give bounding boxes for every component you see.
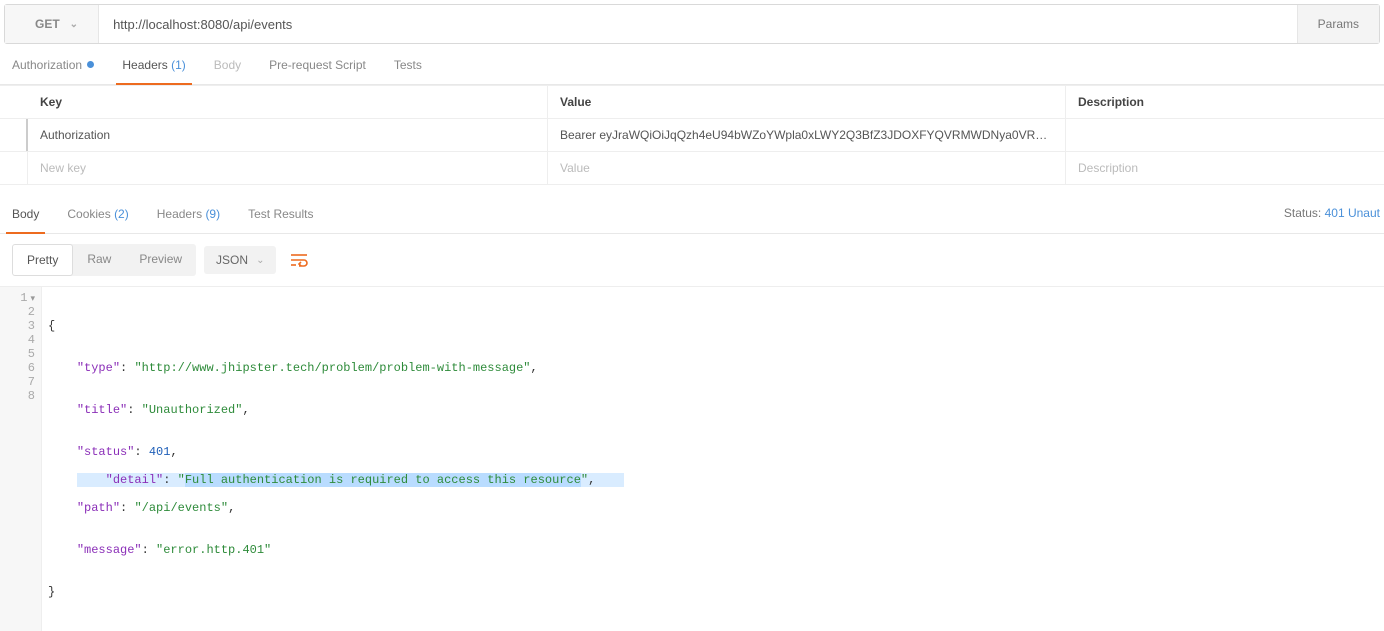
chevron-down-icon: ⌄ (256, 255, 264, 266)
view-mode-segment: Pretty Raw Preview (12, 244, 196, 276)
tab-headers-count: (1) (171, 58, 186, 72)
http-method-label: GET (35, 17, 60, 31)
tab-prerequest[interactable]: Pre-request Script (269, 58, 366, 84)
header-desc-cell[interactable] (1066, 119, 1384, 151)
new-key-cell[interactable]: New key (28, 152, 548, 184)
status-value: 401 Unaut (1325, 206, 1380, 220)
body-view-bar: Pretty Raw Preview JSON ⌄ (0, 234, 1384, 287)
tab-tests-label: Tests (394, 58, 422, 72)
table-header-row: Key Value Description (0, 85, 1384, 118)
json-string: "http://www.jhipster.tech/problem/proble… (134, 361, 530, 375)
json-number: 401 (149, 445, 171, 459)
resp-tab-tests[interactable]: Test Results (248, 207, 313, 233)
col-key: Key (28, 86, 548, 118)
chevron-down-icon: ⌄ (70, 19, 78, 30)
view-pretty[interactable]: Pretty (12, 244, 73, 276)
tab-authorization[interactable]: Authorization (12, 58, 94, 84)
json-string: "error.http.401" (156, 543, 271, 557)
view-preview[interactable]: Preview (125, 244, 196, 276)
table-row[interactable]: Authorization Bearer eyJraWQiOiJqQzh4eU9… (0, 118, 1384, 151)
table-new-row[interactable]: New key Value Description (0, 151, 1384, 184)
tab-tests[interactable]: Tests (394, 58, 422, 84)
response-body[interactable]: 1▾ 2345678 { "type": "http://www.jhipste… (0, 287, 1384, 631)
resp-tab-body[interactable]: Body (12, 207, 39, 233)
response-bar: Body Cookies (2) Headers (9) Test Result… (0, 193, 1384, 234)
wrap-icon (290, 253, 308, 267)
new-value-cell[interactable]: Value (548, 152, 1066, 184)
json-string-selected: Full authentication is required to acces… (185, 473, 581, 487)
resp-tab-headers-label: Headers (157, 207, 202, 221)
params-button[interactable]: Params (1297, 5, 1379, 43)
json-key: "detail" (106, 473, 164, 487)
new-desc-cell[interactable]: Description (1066, 152, 1384, 184)
tab-body-label: Body (214, 58, 241, 72)
status-label: Status: (1284, 206, 1321, 220)
code-brace: { (48, 319, 55, 333)
request-bar: GET ⌄ Params (4, 4, 1380, 44)
header-value-cell[interactable]: Bearer eyJraWQiOiJqQzh4eU94bWZoYWpla0xLW… (548, 119, 1066, 151)
resp-tab-cookies[interactable]: Cookies (2) (67, 207, 128, 233)
tab-headers[interactable]: Headers (1) (122, 58, 185, 84)
resp-tab-cookies-count: (2) (114, 207, 129, 221)
row-handle[interactable] (0, 119, 28, 151)
tab-prerequest-label: Pre-request Script (269, 58, 366, 72)
language-select[interactable]: JSON ⌄ (204, 246, 276, 274)
language-label: JSON (216, 253, 248, 267)
params-label: Params (1318, 17, 1359, 31)
url-input[interactable] (99, 5, 1297, 43)
json-key: "type" (77, 361, 120, 375)
headers-table: Key Value Description Authorization Bear… (0, 85, 1384, 185)
json-key: "status" (77, 445, 135, 459)
code-content[interactable]: { "type": "http://www.jhipster.tech/prob… (42, 287, 595, 631)
resp-tab-headers[interactable]: Headers (9) (157, 207, 220, 233)
json-string: "Unauthorized" (142, 403, 243, 417)
resp-tab-tests-label: Test Results (248, 207, 313, 221)
json-key: "message" (77, 543, 142, 557)
dot-icon (87, 61, 94, 68)
resp-tab-cookies-label: Cookies (67, 207, 110, 221)
response-status: Status: 401 Unaut (1284, 206, 1380, 220)
line-gutter: 1▾ 2345678 (0, 287, 42, 631)
json-string: "/api/events" (134, 501, 228, 515)
row-handle (0, 86, 28, 118)
row-handle (0, 152, 28, 184)
json-key: "title" (77, 403, 127, 417)
tab-body[interactable]: Body (214, 58, 241, 84)
wrap-lines-button[interactable] (284, 245, 314, 275)
resp-tab-headers-count: (9) (205, 207, 220, 221)
col-value: Value (548, 86, 1066, 118)
view-raw[interactable]: Raw (73, 244, 125, 276)
http-method-select[interactable]: GET ⌄ (5, 5, 99, 43)
tab-headers-label: Headers (122, 58, 167, 72)
header-key-cell[interactable]: Authorization (28, 119, 548, 151)
request-tabs: Authorization Headers (1) Body Pre-reque… (0, 44, 1384, 85)
code-brace: } (48, 585, 55, 599)
resp-tab-body-label: Body (12, 207, 39, 221)
tab-authorization-label: Authorization (12, 58, 82, 72)
json-key: "path" (77, 501, 120, 515)
response-tabs: Body Cookies (2) Headers (9) Test Result… (0, 193, 325, 233)
col-desc: Description (1066, 86, 1384, 118)
